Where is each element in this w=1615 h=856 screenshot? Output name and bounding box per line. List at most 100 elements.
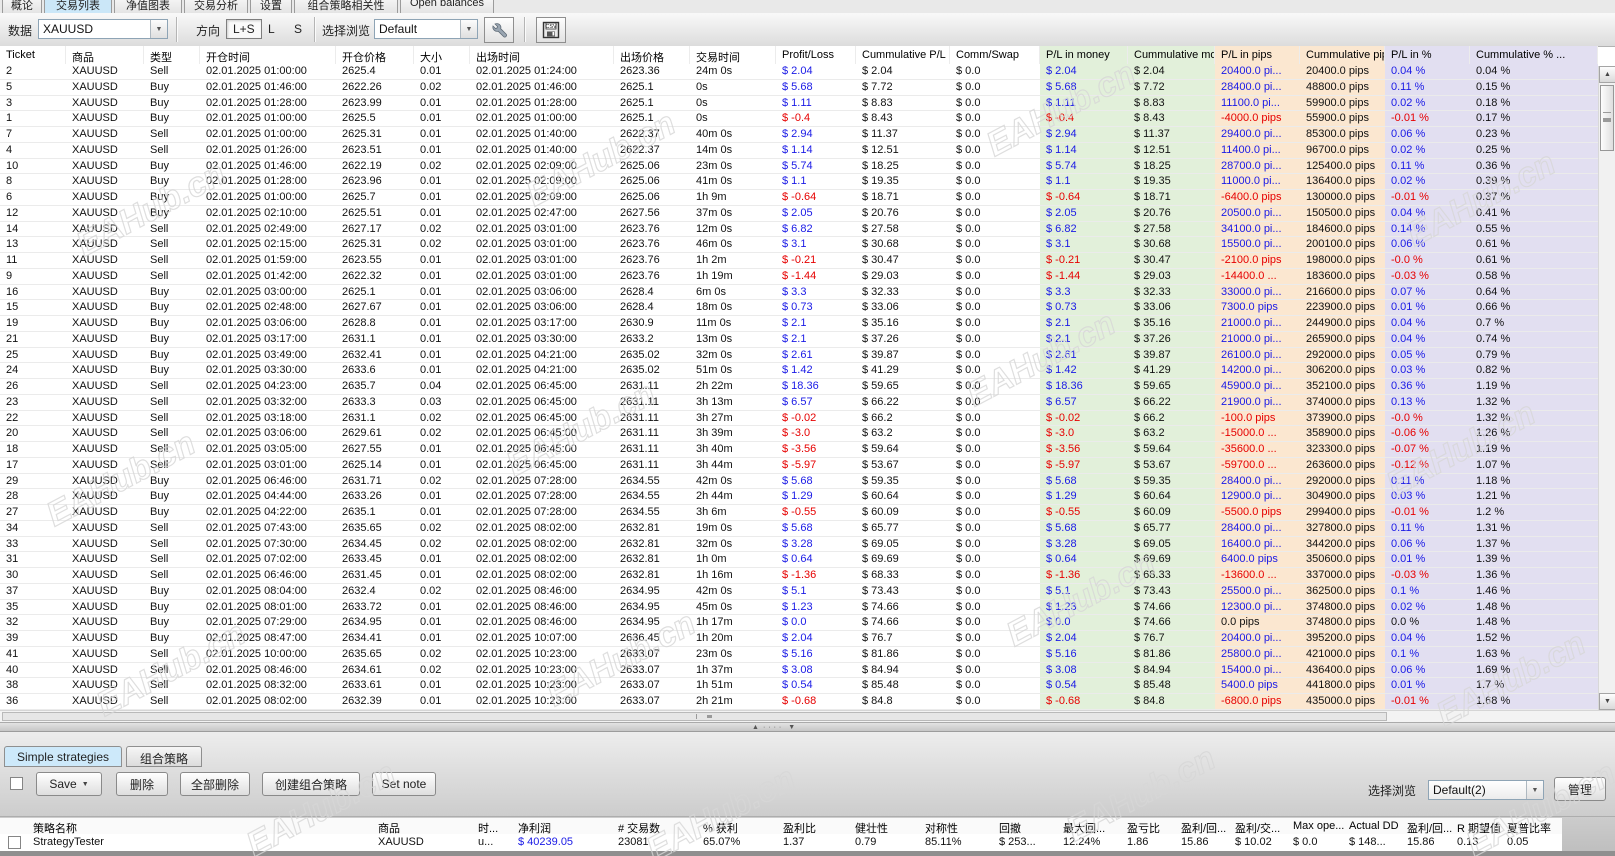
strategy-column-header[interactable]: 盈利/交... [1230, 818, 1288, 834]
table-row[interactable]: 11 XAUUSD Sell 02.01.2025 01:59:00 2623.55 0.… [0, 253, 1598, 269]
strategy-column-header[interactable]: 盈利/回... [1402, 818, 1452, 834]
export-csv-button[interactable]: CSV [536, 17, 566, 43]
table-row[interactable]: 34 XAUUSD Sell 02.01.2025 07:43:00 2635.65 0.… [0, 520, 1598, 537]
table-row[interactable]: 5 XAUUSD Buy 02.01.2025 01:46:00 2622.26 0.02… [0, 79, 1598, 96]
table-row[interactable]: 2 XAUUSD Sell 02.01.2025 01:00:00 2625.4 0.01… [0, 64, 1598, 80]
save-button[interactable]: Save ▼ [36, 772, 102, 796]
settings-wrench-button[interactable] [484, 17, 514, 43]
column-header[interactable]: Ticket [0, 46, 66, 64]
table-row[interactable]: 37 XAUUSD Buy 02.01.2025 08:04:00 2632.4 0.02… [0, 583, 1598, 600]
table-row[interactable]: 41 XAUUSD Sell 02.01.2025 10:00:00 2635.65 0.… [0, 646, 1598, 663]
tab-open-balances[interactable]: Open balances [400, 0, 494, 13]
table-row[interactable]: 26 XAUUSD Sell 02.01.2025 04:23:00 2635.7 0.0… [0, 379, 1598, 395]
column-header[interactable]: P/L in pips [1215, 46, 1300, 64]
column-header[interactable]: P/L in % [1385, 46, 1470, 64]
column-header[interactable]: 出场价格 [614, 46, 690, 64]
table-row[interactable]: 27 XAUUSD Buy 02.01.2025 04:22:00 2635.1 0.01… [0, 505, 1598, 521]
table-row[interactable]: 21 XAUUSD Buy 02.01.2025 03:17:00 2631.1 0.01… [0, 331, 1598, 348]
table-row[interactable]: 35 XAUUSD Buy 02.01.2025 08:01:00 2633.72 0.0… [0, 599, 1598, 616]
strategy-column-header[interactable]: 时... [473, 818, 513, 834]
scroll-up-icon[interactable]: ▲ [1599, 66, 1615, 83]
direction-l-button[interactable]: L [262, 19, 281, 39]
tab-trade-analysis[interactable]: 交易分析 [184, 0, 248, 13]
direction-s-button[interactable]: S [288, 19, 308, 39]
bottom-view-select[interactable]: Default(2) ▼ [1428, 780, 1544, 800]
strategy-column-header[interactable]: 回撤 [994, 818, 1058, 834]
horizontal-scrollbar-thumb[interactable] [2, 712, 1387, 721]
column-header[interactable]: Cummulative % ... [1470, 46, 1598, 64]
column-header[interactable]: 类型 [144, 46, 200, 64]
table-row[interactable]: 14 XAUUSD Sell 02.01.2025 02:49:00 2627.17 0.… [0, 221, 1598, 238]
strategy-column-header[interactable]: # 交易数 [613, 818, 698, 834]
table-row[interactable]: 8 XAUUSD Buy 02.01.2025 01:28:00 2623.96 0.01… [0, 174, 1598, 190]
tab-trade-list[interactable]: 交易列表 [44, 0, 112, 13]
panel-splitter[interactable]: ▲ ···· ▼ [0, 722, 1615, 732]
table-row[interactable]: 31 XAUUSD Sell 02.01.2025 07:02:00 2633.45 0.… [0, 552, 1598, 568]
strategy-column-header[interactable]: 盈利/回... [1176, 818, 1230, 834]
strategy-row[interactable]: StrategyTester XAUUSD u... $ 40239.05 23081 6… [0, 834, 1562, 852]
column-header[interactable]: Comm/Swap [950, 46, 1040, 64]
table-row[interactable]: 36 XAUUSD Sell 02.01.2025 08:02:00 2632.39 0.… [0, 694, 1598, 710]
tab-equity-chart[interactable]: 净值图表 [114, 0, 182, 13]
scroll-down-icon[interactable]: ▼ [1599, 693, 1615, 710]
table-row[interactable]: 16 XAUUSD Buy 02.01.2025 03:00:00 2625.1 0.01… [0, 284, 1598, 301]
column-header[interactable]: 商品 [66, 46, 144, 64]
tab-overview[interactable]: 概论 [2, 0, 42, 13]
column-header[interactable]: Cummulative P/L [856, 46, 950, 64]
strategy-column-header[interactable]: 夏普比率 [1502, 818, 1562, 834]
table-row[interactable]: 30 XAUUSD Sell 02.01.2025 06:46:00 2631.45 0.… [0, 568, 1598, 584]
table-row[interactable]: 9 XAUUSD Sell 02.01.2025 01:42:00 2622.32 0.0… [0, 268, 1598, 285]
table-row[interactable]: 12 XAUUSD Buy 02.01.2025 02:10:00 2625.51 0.0… [0, 205, 1598, 222]
table-row[interactable]: 23 XAUUSD Sell 02.01.2025 03:32:00 2633.3 0.0… [0, 394, 1598, 411]
table-row[interactable]: 7 XAUUSD Sell 02.01.2025 01:00:00 2625.31 0.0… [0, 127, 1598, 143]
table-row[interactable]: 25 XAUUSD Buy 02.01.2025 03:49:00 2632.41 0.0… [0, 347, 1598, 364]
table-row[interactable]: 15 XAUUSD Buy 02.01.2025 02:48:00 2627.67 0.0… [0, 300, 1598, 316]
tab-settings[interactable]: 设置 [250, 0, 292, 13]
manage-button[interactable]: 管理 [1554, 777, 1606, 801]
table-row[interactable]: 29 XAUUSD Buy 02.01.2025 06:46:00 2631.71 0.0… [0, 473, 1598, 490]
column-header[interactable]: Cummulative mo... [1128, 46, 1215, 64]
strategy-column-header[interactable]: 最大回... [1058, 818, 1122, 834]
table-row[interactable]: 28 XAUUSD Buy 02.01.2025 04:44:00 2633.26 0.0… [0, 489, 1598, 505]
strategy-column-header[interactable]: 策略名称 [28, 818, 373, 834]
column-header[interactable]: Profit/Loss [776, 46, 856, 64]
table-row[interactable]: 6 XAUUSD Buy 02.01.2025 01:00:00 2625.7 0.01 0… [0, 190, 1598, 206]
vertical-scrollbar-thumb[interactable] [1600, 85, 1614, 151]
table-row[interactable]: 33 XAUUSD Sell 02.01.2025 07:30:00 2634.45 0.… [0, 536, 1598, 553]
table-row[interactable]: 20 XAUUSD Sell 02.01.2025 03:06:00 2629.61 0.… [0, 426, 1598, 442]
table-row[interactable]: 1 XAUUSD Buy 02.01.2025 01:00:00 2625.5 0.01 0… [0, 111, 1598, 127]
strategy-column-header[interactable]: 健壮性 [850, 818, 920, 834]
table-row[interactable]: 3 XAUUSD Buy 02.01.2025 01:28:00 2623.99 0.01… [0, 95, 1598, 112]
strategy-column-header[interactable]: 商品 [373, 818, 473, 834]
delete-button[interactable]: 删除 [116, 772, 168, 796]
table-row[interactable]: 13 XAUUSD Sell 02.01.2025 02:15:00 2625.31 0.… [0, 237, 1598, 253]
strategy-column-header[interactable]: 净利润 [513, 818, 613, 834]
table-row[interactable]: 4 XAUUSD Sell 02.01.2025 01:26:00 2623.51 0.0… [0, 142, 1598, 159]
column-header[interactable]: 开仓时间 [200, 46, 336, 64]
column-header[interactable]: 出场时间 [470, 46, 614, 64]
strategy-column-header[interactable]: Actual DD [1344, 818, 1402, 834]
table-row[interactable]: 10 XAUUSD Buy 02.01.2025 01:46:00 2622.19 0.0… [0, 158, 1598, 175]
set-note-button[interactable]: Set note [372, 772, 436, 796]
symbol-select[interactable]: XAUUSD ▼ [38, 19, 168, 39]
table-row[interactable]: 17 XAUUSD Sell 02.01.2025 03:01:00 2625.14 0.… [0, 457, 1598, 474]
table-row[interactable]: 32 XAUUSD Buy 02.01.2025 07:29:00 2634.95 0.0… [0, 615, 1598, 631]
column-header[interactable]: 交易时间 [690, 46, 776, 64]
strategy-column-header[interactable]: 盈亏比 [1122, 818, 1176, 834]
delete-all-button[interactable]: 全部删除 [180, 772, 250, 796]
table-row[interactable]: 22 XAUUSD Sell 02.01.2025 03:18:00 2631.1 0.0… [0, 410, 1598, 427]
strategy-column-header[interactable]: R 期望值 [1452, 818, 1502, 834]
column-header[interactable]: 开仓价格 [336, 46, 414, 64]
create-portfolio-button[interactable]: 创建组合策略 [262, 772, 360, 796]
table-row[interactable]: 39 XAUUSD Buy 02.01.2025 08:47:00 2634.41 0.0… [0, 631, 1598, 647]
direction-ls-button[interactable]: L+S [226, 19, 262, 39]
strategy-column-header[interactable]: % 获利 [698, 818, 778, 834]
strategy-column-header[interactable]: Max ope... [1288, 818, 1344, 834]
view-select[interactable]: Default ▼ [374, 19, 478, 39]
column-header[interactable]: P/L in money [1040, 46, 1128, 64]
strategy-column-header[interactable]: 对称性 [920, 818, 994, 834]
tab-simple-strategies[interactable]: Simple strategies [4, 746, 122, 767]
table-row[interactable]: 19 XAUUSD Buy 02.01.2025 03:06:00 2628.8 0.01… [0, 316, 1598, 332]
table-row[interactable]: 40 XAUUSD Sell 02.01.2025 08:46:00 2634.61 0.… [0, 662, 1598, 679]
select-all-checkbox[interactable] [10, 777, 23, 790]
